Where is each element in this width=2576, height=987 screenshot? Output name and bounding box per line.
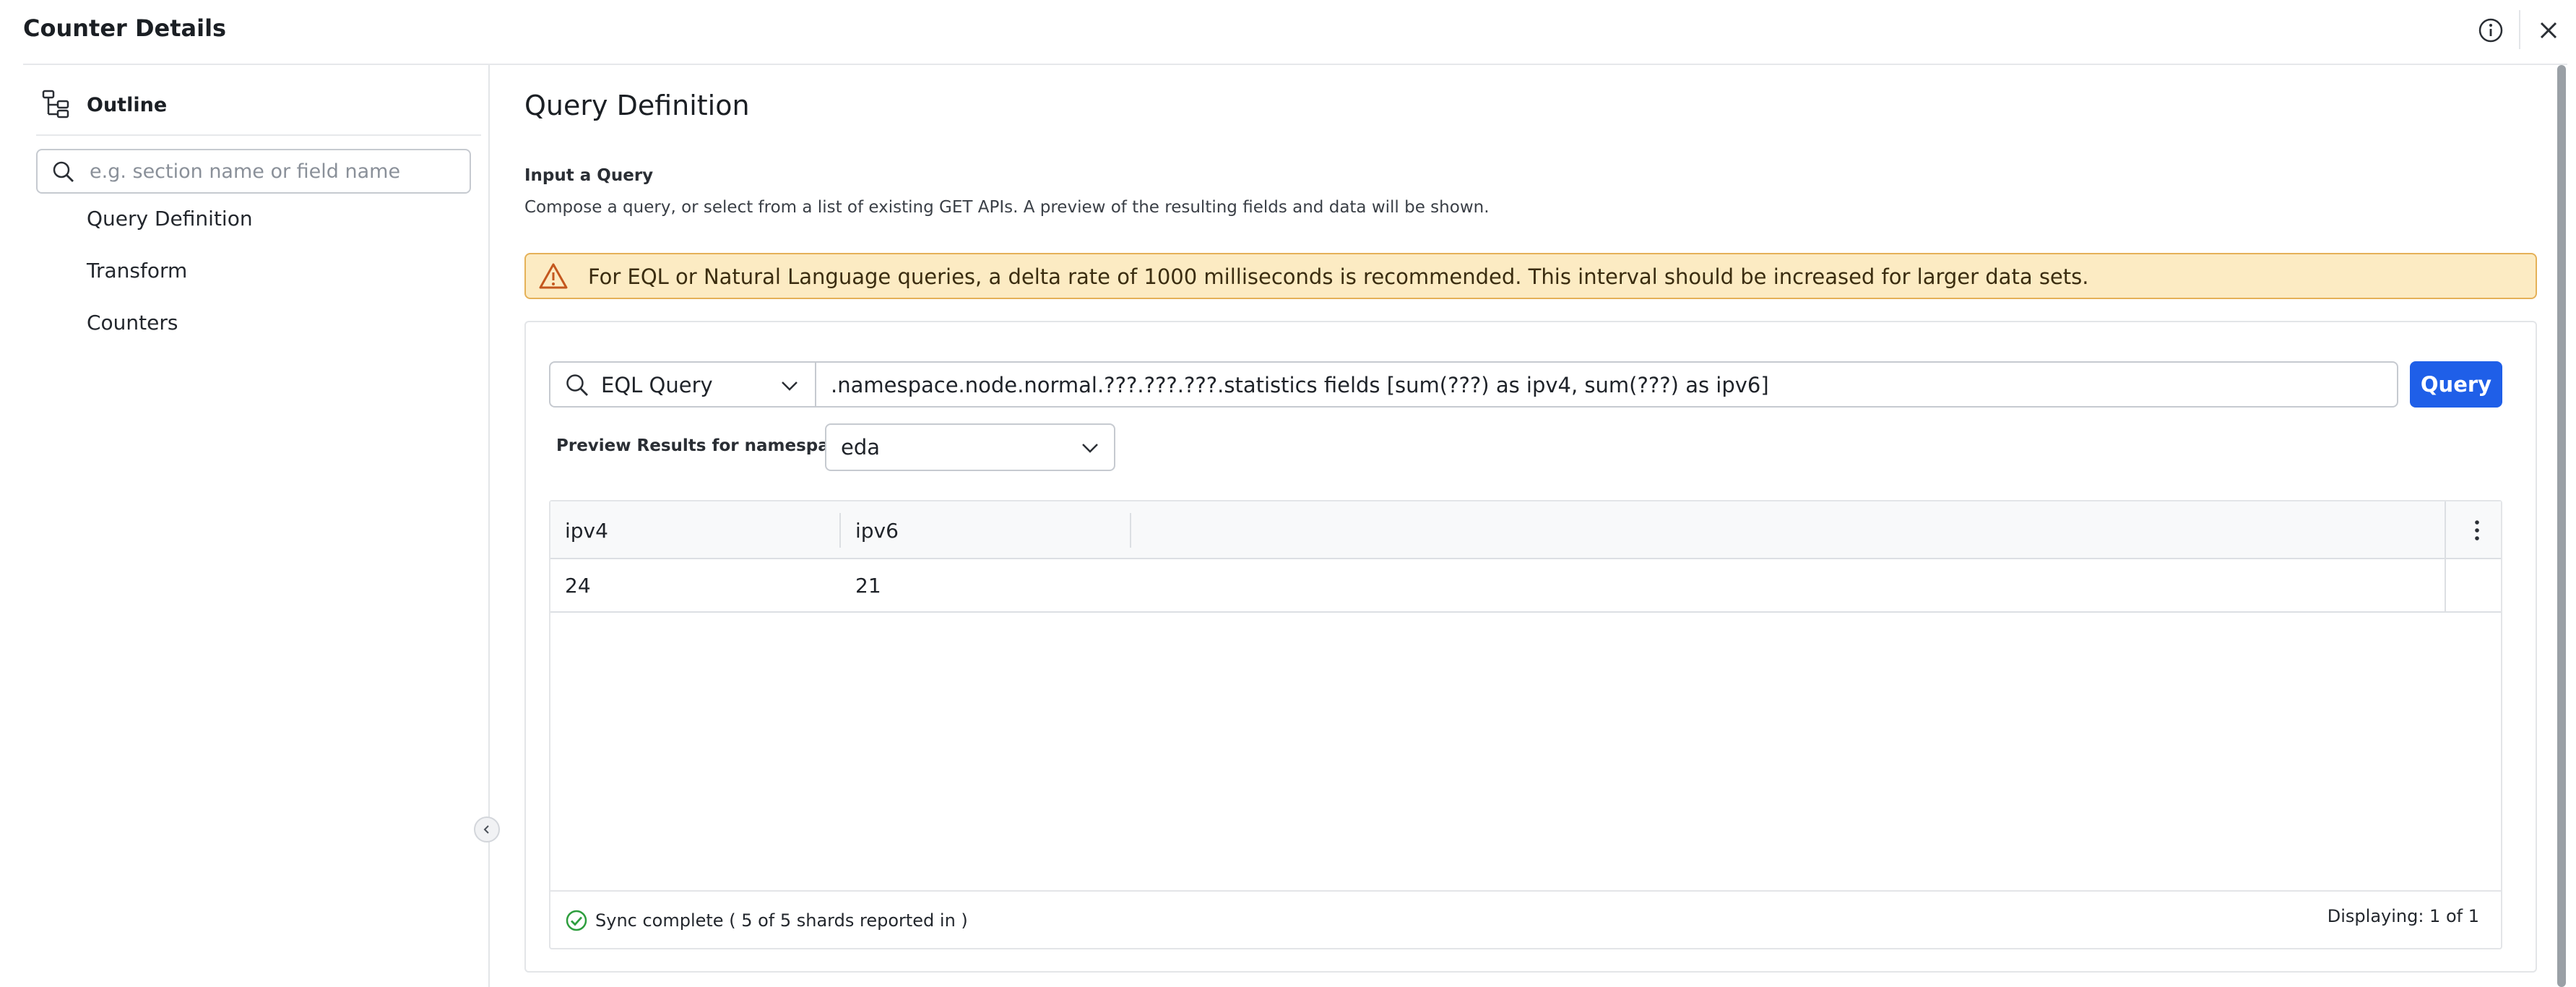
query-type-select[interactable]: EQL Query (549, 361, 816, 408)
outline-tree-icon (42, 90, 71, 123)
warning-icon (539, 263, 568, 289)
chevron-left-icon (483, 825, 489, 834)
outline-title: Outline (87, 94, 168, 116)
query-input[interactable] (831, 371, 2377, 399)
sidebar-border (488, 65, 490, 987)
query-button[interactable]: Query (2410, 361, 2502, 408)
dialog-title: Counter Details (23, 14, 227, 42)
outline-item-query-definition[interactable]: Query Definition (87, 207, 253, 230)
outline-item-transform[interactable]: Transform (87, 259, 187, 283)
namespace-select[interactable]: eda (825, 423, 1115, 471)
query-field[interactable] (815, 361, 2398, 408)
collapse-sidebar-button[interactable] (474, 816, 500, 842)
column-header-ipv4[interactable]: ipv4 (565, 519, 608, 543)
column-menu-button[interactable] (2472, 517, 2482, 546)
display-count: Displaying: 1 of 1 (2327, 906, 2479, 926)
header-divider-line (23, 64, 2567, 65)
header-divider (2519, 10, 2520, 49)
menu-column-divider (2445, 501, 2446, 613)
search-icon (566, 374, 588, 396)
chevron-down-icon (782, 382, 798, 391)
check-circle-icon (566, 910, 587, 931)
outline-search-input[interactable] (90, 158, 458, 185)
table-row[interactable]: 24 21 (550, 559, 2501, 613)
query-type-label: EQL Query (601, 373, 713, 397)
outline-search-field[interactable] (36, 149, 471, 194)
chevron-down-icon (1082, 444, 1098, 453)
page-title: Query Definition (524, 90, 750, 121)
table-cell-ipv4: 24 (565, 574, 591, 598)
table-header: ipv4 ipv6 (550, 501, 2501, 559)
namespace-label: Preview Results for namespace (556, 436, 851, 455)
outline-divider (36, 134, 481, 136)
table-footer: Sync complete ( 5 of 5 shards reported i… (550, 890, 2501, 948)
warning-text: For EQL or Natural Language queries, a d… (588, 264, 2089, 289)
column-divider[interactable] (839, 513, 841, 548)
warning-banner: For EQL or Natural Language queries, a d… (524, 253, 2537, 299)
search-icon (53, 161, 74, 182)
column-divider[interactable] (1130, 513, 1131, 548)
preview-results-table: ipv4 ipv6 24 21 Sync complete ( 5 of 5 s… (549, 500, 2502, 949)
close-button[interactable] (2533, 14, 2564, 46)
section-label: Input a Query (524, 166, 654, 185)
close-icon (2540, 22, 2557, 39)
table-cell-ipv6: 21 (855, 574, 881, 598)
outline-item-counters[interactable]: Counters (87, 311, 178, 335)
namespace-value: eda (841, 435, 881, 460)
scrollbar[interactable] (2557, 65, 2566, 987)
column-header-ipv6[interactable]: ipv6 (855, 519, 899, 543)
section-description: Compose a query, or select from a list o… (524, 198, 1490, 217)
sync-status: Sync complete ( 5 of 5 shards reported i… (595, 910, 968, 931)
more-vertical-icon (2475, 520, 2479, 540)
info-button[interactable] (2475, 14, 2507, 46)
info-icon (2478, 18, 2503, 43)
